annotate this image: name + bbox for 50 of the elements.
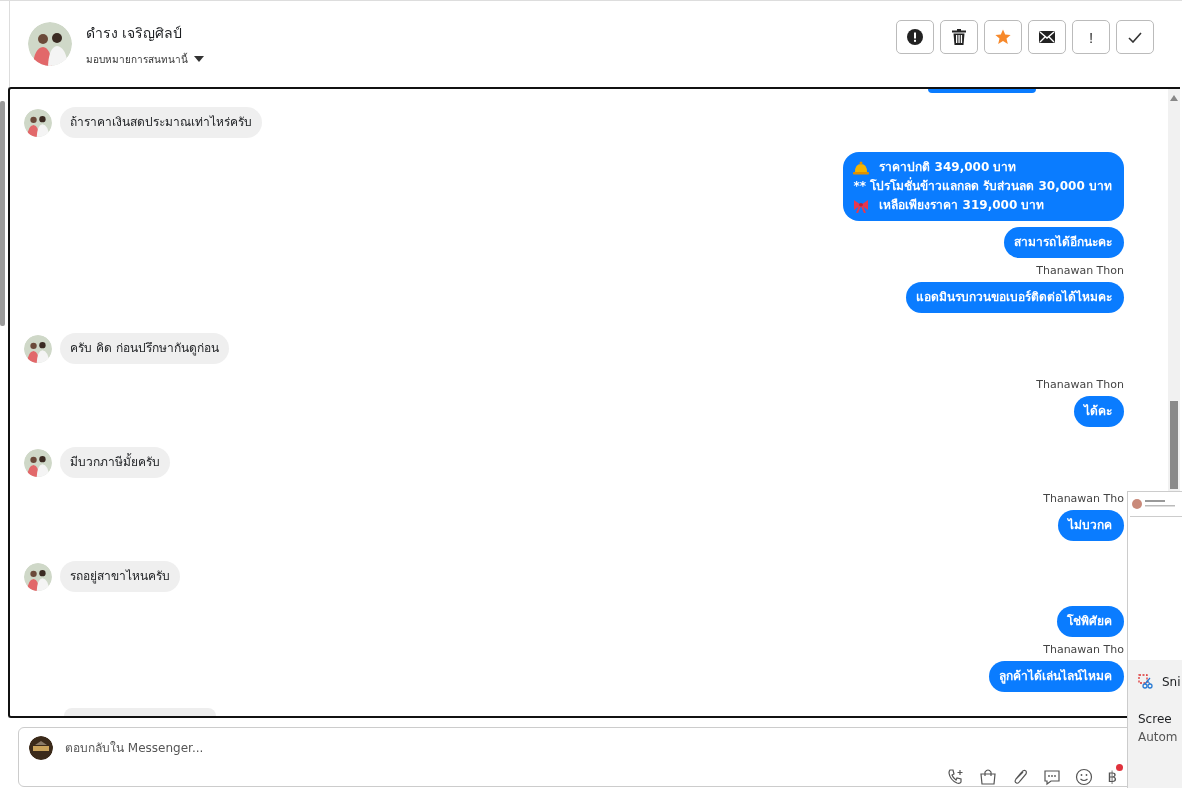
message-bubble: ครับ คิด ก่อนปรึกษากันดูก่อน (60, 333, 229, 364)
message-bubble: แอดมินรบกวนขอเบอร์ติดต่อได้ไหมคะ (906, 282, 1124, 313)
message-bubble: ราคาปกติ 349,000 บาท ** โปรโมชั่นข้าวแลกลด รับส่วนลด 30,000 บาท เหลือเพียงราคา 319,000 บาท (843, 152, 1124, 221)
report-button[interactable] (896, 20, 934, 54)
message-bubble: มีบวกภาษีมั้ยครับ (60, 447, 170, 478)
attachment-icon[interactable] (1011, 768, 1030, 786)
message-bubble: ถ้าราคาเงินสดประมาณเท่าไหร่ครับ (60, 107, 262, 138)
notification-text: Autom (1138, 730, 1179, 744)
notification-dot (1116, 764, 1123, 771)
page-avatar (29, 736, 53, 760)
checkmark-icon (1128, 31, 1142, 43)
scissors-icon (1138, 674, 1154, 690)
contact-name: ดำรง เจริญศิลป์ (86, 23, 184, 43)
sender-name: Thanawan Tho (1043, 643, 1124, 657)
bell-icon (853, 160, 870, 175)
avatar (24, 562, 52, 591)
notification-title: Scree (1138, 712, 1173, 726)
emoji-icon[interactable] (1075, 768, 1094, 786)
sender-name: Thanawan Thon (1036, 264, 1124, 278)
important-button[interactable]: ! (1072, 20, 1110, 54)
assign-dropdown[interactable]: มอบหมายการสนทนานี้ (86, 51, 204, 67)
chat-icon[interactable] (1043, 768, 1062, 786)
add-call-icon[interactable] (947, 768, 966, 786)
mail-button[interactable] (1028, 20, 1066, 54)
caret-icon (194, 56, 204, 62)
done-button[interactable] (1116, 20, 1154, 54)
message-bubble: รถอยู่สาขาไหนครับ (60, 561, 180, 592)
app-name: Sni (1162, 675, 1181, 689)
trash-icon (952, 29, 966, 45)
ribbon-icon (853, 198, 870, 213)
avatar (24, 334, 52, 363)
alert-icon (907, 29, 923, 45)
avatar (24, 448, 52, 477)
message-bubble: ไม่บวกค (1058, 510, 1124, 541)
envelope-icon (1039, 31, 1055, 43)
delete-button[interactable] (940, 20, 978, 54)
message-bubble: ได้คะ (1074, 396, 1124, 427)
star-icon (995, 29, 1011, 45)
avatar (24, 108, 52, 137)
star-button[interactable] (984, 20, 1022, 54)
arrow-up-icon[interactable] (1170, 95, 1178, 101)
sender-name: Thanawan Thon (1036, 378, 1124, 392)
scrollbar-thumb[interactable] (1170, 401, 1178, 489)
shopping-bag-icon[interactable] (979, 768, 998, 786)
message-bubble: ลูกค้าได้เล่นไลน์ไหมค (989, 661, 1124, 692)
message-bubble: โช่พิศัยค (1057, 606, 1124, 637)
message-bubble: สามารถได้อีกนะคะ (1004, 227, 1124, 258)
avatar (28, 22, 72, 66)
payment-button[interactable]: ฿ (1107, 768, 1117, 786)
sender-name: Thanawan Tho (1043, 492, 1124, 506)
